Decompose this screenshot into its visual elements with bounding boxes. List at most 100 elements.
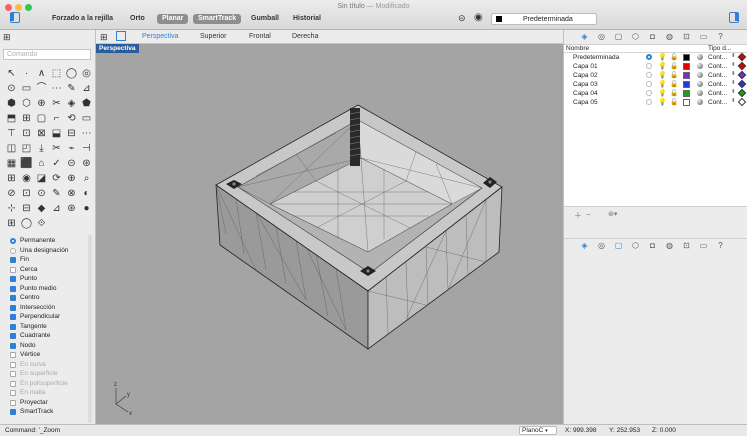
bulb-icon[interactable]: 💡 (658, 98, 667, 106)
osnap-item[interactable]: Nodo (10, 341, 90, 351)
tab-frontal[interactable]: Frontal (249, 33, 271, 40)
linetype-label[interactable]: Cont... (708, 99, 727, 106)
chevron-updown-icon[interactable]: ⬍ (731, 71, 736, 77)
current-layer-radio[interactable] (646, 81, 652, 87)
layers-tab-icon[interactable]: ◈ (580, 32, 589, 41)
tool-button[interactable]: ⊡ (19, 126, 34, 141)
tool-button[interactable]: ⊟ (19, 201, 34, 216)
tool-button[interactable]: ⊞ (19, 111, 34, 126)
tool-button[interactable]: ✎ (64, 81, 79, 96)
tool-button[interactable]: ∧ (34, 66, 49, 81)
tool-button[interactable]: ✓ (49, 156, 64, 171)
layer-row[interactable]: Capa 01 💡 🔓 Cont... ⬍ (564, 61, 747, 71)
osnap-item[interactable]: En polisuperficie (10, 379, 90, 389)
tool-button[interactable]: ⤓ (34, 141, 49, 156)
tool-button[interactable]: ⊕ (64, 171, 79, 186)
tool-button[interactable]: · (19, 66, 34, 81)
tool-button[interactable]: ✂ (49, 141, 64, 156)
osnap-item[interactable]: En curva (10, 360, 90, 370)
tool-button[interactable]: ◯ (19, 216, 34, 231)
document-tab-icon[interactable]: ▢ (614, 32, 623, 41)
layer-color-swatch[interactable] (683, 90, 690, 97)
checkbox[interactable] (10, 352, 16, 358)
properties-tab-icon[interactable]: ◎ (597, 32, 606, 41)
tool-button[interactable]: ⊞ (4, 216, 19, 231)
material-icon[interactable] (697, 54, 703, 60)
cplane-select[interactable]: PlanoC ▾ (519, 426, 557, 435)
print-color-diamond[interactable] (737, 79, 747, 89)
tool-button[interactable]: ⌁ (64, 141, 79, 156)
linetype-label[interactable]: Cont... (708, 72, 727, 79)
tool-button[interactable]: ⟲ (64, 111, 79, 126)
tool-button[interactable]: ⊘ (4, 186, 19, 201)
layer-color-swatch[interactable] (683, 54, 690, 61)
checkbox[interactable] (10, 333, 16, 339)
radio-button[interactable] (10, 238, 16, 244)
osnap-item[interactable]: Cuadrante (10, 331, 90, 341)
tool-button[interactable]: ⊕ (34, 96, 49, 111)
layer-name[interactable]: Capa 03 (573, 81, 598, 88)
chevron-updown-icon[interactable]: ⬍ (731, 89, 736, 95)
layer-color-swatch[interactable] (683, 99, 690, 106)
layer-row[interactable]: Predeterminada 💡 🔓 Cont... ⬍ (564, 52, 747, 62)
osnap-item[interactable]: Una designación (10, 246, 90, 256)
tool-button[interactable]: ⌂ (34, 156, 49, 171)
osnap-item[interactable]: Punto (10, 274, 90, 284)
layer-color-swatch[interactable] (683, 63, 690, 70)
checkbox[interactable] (10, 399, 16, 406)
tool-button[interactable]: ⊟ (64, 126, 79, 141)
material-icon[interactable] (697, 90, 703, 96)
osnap-item[interactable]: Tangente (10, 322, 90, 332)
layer-options-icon[interactable]: ⊛▾ (608, 210, 617, 218)
help-tab-icon-2[interactable]: ? (716, 241, 725, 250)
tool-button[interactable]: ⬡ (19, 96, 34, 111)
lock-icon[interactable]: 🔓 (670, 89, 678, 97)
right-sidebar-toggle-icon[interactable] (729, 12, 739, 23)
tool-button[interactable]: ▢ (34, 111, 49, 126)
osnap-item[interactable]: Perpendicular (10, 312, 90, 322)
history-toggle[interactable]: Historial (293, 15, 321, 22)
tool-button[interactable]: ⊡ (19, 186, 34, 201)
properties-tab-icon-2[interactable]: ◎ (597, 241, 606, 250)
material-icon[interactable] (697, 63, 703, 69)
layers-tab-icon-2[interactable]: ◈ (580, 241, 589, 250)
lock-icon[interactable]: 🔓 (670, 53, 678, 61)
tool-button[interactable]: ◰ (19, 141, 34, 156)
layer-name[interactable]: Capa 02 (573, 72, 598, 79)
remove-layer-icon[interactable]: − (586, 210, 591, 219)
layer-color-swatch[interactable] (683, 72, 690, 79)
object-tab-icon[interactable]: ⬡ (631, 32, 640, 41)
current-layer-radio[interactable] (646, 99, 652, 105)
tool-button[interactable]: ⋯ (79, 126, 94, 141)
print-color-diamond[interactable] (737, 70, 747, 80)
tool-button[interactable]: ⊞ (4, 171, 19, 186)
object-tab-icon-2[interactable]: ⬡ (631, 241, 640, 250)
current-layer-radio[interactable] (646, 54, 652, 60)
tool-button[interactable]: ⊠ (34, 126, 49, 141)
viewport-layout-icon[interactable]: ⊞ (100, 32, 108, 43)
osnap-item[interactable]: Centro (10, 293, 90, 303)
tool-button[interactable]: ◉ (19, 171, 34, 186)
print-color-diamond[interactable] (737, 97, 747, 107)
tool-button[interactable]: ⊤ (4, 126, 19, 141)
tool-button[interactable]: ⊣ (79, 141, 94, 156)
tool-button[interactable]: ◈ (64, 96, 79, 111)
linetype-label[interactable]: Cont... (708, 90, 727, 97)
current-layer-radio[interactable] (646, 63, 652, 69)
command-line[interactable]: Command: '_Zoom (5, 427, 60, 434)
layer-color-swatch[interactable] (683, 81, 690, 88)
tool-button[interactable]: ✎ (49, 186, 64, 201)
tool-button[interactable]: ⊹ (4, 201, 19, 216)
tool-button[interactable]: ⬢ (4, 96, 19, 111)
tool-button[interactable]: ⊿ (79, 81, 94, 96)
tool-button[interactable]: ▭ (79, 111, 94, 126)
tool-button[interactable]: ⟳ (49, 171, 64, 186)
display-tab-icon-2[interactable]: ▭ (699, 241, 708, 250)
checkbox[interactable] (10, 342, 16, 349)
checkbox[interactable] (10, 380, 16, 387)
current-layer-select[interactable]: Predeterminada (491, 13, 597, 25)
lock-icon[interactable]: 🔓 (670, 80, 678, 88)
tab-perspectiva[interactable]: Perspectiva (142, 33, 179, 40)
osnap-item[interactable]: Punto medio (10, 284, 90, 294)
col-type-header[interactable]: Tipo d... (708, 45, 731, 52)
